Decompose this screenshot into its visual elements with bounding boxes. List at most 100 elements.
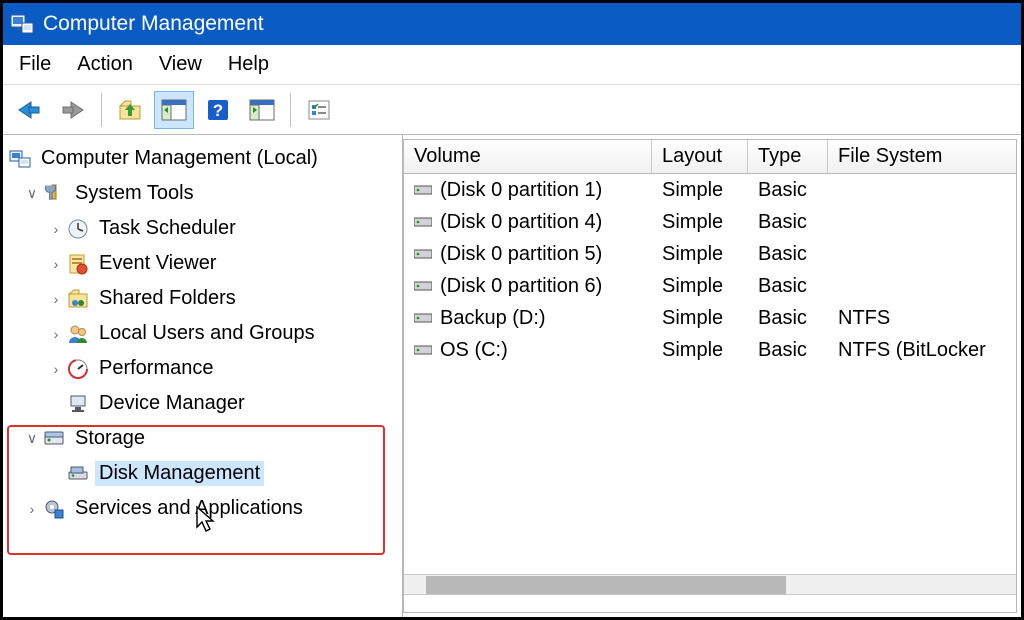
column-volume[interactable]: Volume bbox=[404, 140, 652, 173]
tree-shared-folders[interactable]: › Shared Folders bbox=[7, 281, 398, 316]
tree-disk-management-label: Disk Management bbox=[95, 461, 264, 486]
menu-file[interactable]: File bbox=[19, 53, 51, 76]
volume-type: Basic bbox=[748, 179, 828, 202]
expand-icon[interactable]: › bbox=[47, 361, 65, 377]
disk-icon bbox=[414, 279, 432, 293]
svg-text:?: ? bbox=[213, 101, 223, 120]
services-icon bbox=[41, 496, 67, 522]
volume-name: OS (C:) bbox=[440, 339, 508, 362]
volume-layout: Simple bbox=[652, 307, 748, 330]
tree-storage-label: Storage bbox=[71, 426, 149, 451]
tree-task-scheduler[interactable]: › Task Scheduler bbox=[7, 211, 398, 246]
up-button[interactable] bbox=[110, 91, 150, 129]
horizontal-scrollbar[interactable] bbox=[404, 574, 1016, 594]
volume-name: Backup (D:) bbox=[440, 307, 546, 330]
performance-icon bbox=[65, 356, 91, 382]
tree-system-tools[interactable]: ∨ System Tools bbox=[7, 176, 398, 211]
tree-device-manager[interactable]: › Device Manager bbox=[7, 386, 398, 421]
column-type[interactable]: Type bbox=[748, 140, 828, 173]
properties-button[interactable] bbox=[299, 91, 339, 129]
expand-icon[interactable]: › bbox=[47, 291, 65, 307]
tree-performance-label: Performance bbox=[95, 356, 218, 381]
show-hide-tree-button[interactable] bbox=[154, 91, 194, 129]
volume-list-header: Volume Layout Type File System bbox=[404, 140, 1016, 174]
volume-list-body[interactable]: (Disk 0 partition 1)SimpleBasic(Disk 0 p… bbox=[404, 174, 1016, 574]
volume-name: (Disk 0 partition 1) bbox=[440, 179, 602, 202]
menu-bar: File Action View Help bbox=[3, 45, 1021, 85]
help-button[interactable]: ? bbox=[198, 91, 238, 129]
window-title: Computer Management bbox=[43, 12, 264, 36]
column-file-system[interactable]: File System bbox=[828, 140, 1016, 173]
volume-layout: Simple bbox=[652, 275, 748, 298]
volume-list-panel: Volume Layout Type File System (Disk 0 p… bbox=[403, 139, 1017, 613]
tree-root[interactable]: Computer Management (Local) bbox=[7, 141, 398, 176]
volume-name: (Disk 0 partition 6) bbox=[440, 275, 602, 298]
content-area: Computer Management (Local) ∨ System Too… bbox=[3, 135, 1021, 617]
title-bar: Computer Management bbox=[3, 3, 1021, 45]
menu-view[interactable]: View bbox=[159, 53, 202, 76]
scrollbar-thumb[interactable] bbox=[426, 576, 786, 594]
volume-type: Basic bbox=[748, 307, 828, 330]
tree-system-tools-label: System Tools bbox=[71, 181, 198, 206]
column-layout[interactable]: Layout bbox=[652, 140, 748, 173]
tree-shared-folders-label: Shared Folders bbox=[95, 286, 240, 311]
volume-row[interactable]: (Disk 0 partition 1) SimpleBasic bbox=[404, 174, 1016, 206]
collapse-icon[interactable]: ∨ bbox=[23, 185, 41, 202]
volume-row[interactable]: Backup (D:)SimpleBasicNTFS bbox=[404, 302, 1016, 334]
disk-icon bbox=[414, 183, 432, 197]
expand-icon[interactable]: › bbox=[47, 326, 65, 342]
event-viewer-icon bbox=[65, 251, 91, 277]
volume-type: Basic bbox=[748, 275, 828, 298]
panel-divider[interactable] bbox=[404, 594, 1016, 612]
users-icon bbox=[65, 321, 91, 347]
disk-icon bbox=[414, 343, 432, 357]
tree-storage[interactable]: ∨ Storage bbox=[7, 421, 398, 456]
disk-icon bbox=[414, 247, 432, 261]
volume-row[interactable]: (Disk 0 partition 4)SimpleBasic bbox=[404, 206, 1016, 238]
tree-event-viewer-label: Event Viewer bbox=[95, 251, 220, 276]
toolbar-separator-2 bbox=[290, 93, 291, 127]
volume-file-system: NTFS (BitLocker bbox=[828, 339, 1016, 362]
volume-layout: Simple bbox=[652, 211, 748, 234]
tree-device-manager-label: Device Manager bbox=[95, 391, 249, 416]
volume-name: (Disk 0 partition 4) bbox=[440, 211, 602, 234]
app-icon bbox=[9, 11, 35, 37]
disk-management-icon bbox=[65, 461, 91, 487]
tree-performance[interactable]: › Performance bbox=[7, 351, 398, 386]
shared-folders-icon bbox=[65, 286, 91, 312]
expand-icon[interactable]: › bbox=[23, 501, 41, 517]
volume-type: Basic bbox=[748, 339, 828, 362]
disk-icon bbox=[414, 311, 432, 325]
tree-services-apps-label: Services and Applications bbox=[71, 496, 307, 521]
storage-icon bbox=[41, 426, 67, 452]
tree-local-users[interactable]: › Local Users and Groups bbox=[7, 316, 398, 351]
tree-disk-management[interactable]: › Disk Management bbox=[7, 456, 398, 491]
device-manager-icon bbox=[65, 391, 91, 417]
computer-mgmt-icon bbox=[7, 146, 33, 172]
clock-icon bbox=[65, 216, 91, 242]
disk-icon bbox=[414, 215, 432, 229]
volume-type: Basic bbox=[748, 243, 828, 266]
tree-services-apps[interactable]: › Services and Applications bbox=[7, 491, 398, 526]
expand-icon[interactable]: › bbox=[47, 256, 65, 272]
toolbar-separator bbox=[101, 93, 102, 127]
menu-help[interactable]: Help bbox=[228, 53, 269, 76]
tree-event-viewer[interactable]: › Event Viewer bbox=[7, 246, 398, 281]
back-button[interactable] bbox=[9, 91, 49, 129]
forward-button[interactable] bbox=[53, 91, 93, 129]
volume-row[interactable]: (Disk 0 partition 6) SimpleBasic bbox=[404, 270, 1016, 302]
volume-name: (Disk 0 partition 5) bbox=[440, 243, 602, 266]
console-tree[interactable]: Computer Management (Local) ∨ System Too… bbox=[3, 135, 403, 617]
volume-layout: Simple bbox=[652, 243, 748, 266]
volume-row[interactable]: (Disk 0 partition 5) SimpleBasic bbox=[404, 238, 1016, 270]
expand-icon[interactable]: › bbox=[47, 221, 65, 237]
tools-icon bbox=[41, 181, 67, 207]
volume-layout: Simple bbox=[652, 179, 748, 202]
menu-action[interactable]: Action bbox=[77, 53, 133, 76]
show-hide-action-button[interactable] bbox=[242, 91, 282, 129]
toolbar: ? bbox=[3, 85, 1021, 135]
computer-management-window: Computer Management File Action View Hel… bbox=[0, 0, 1024, 620]
collapse-icon[interactable]: ∨ bbox=[23, 430, 41, 447]
tree-task-scheduler-label: Task Scheduler bbox=[95, 216, 240, 241]
volume-row[interactable]: OS (C:)SimpleBasicNTFS (BitLocker bbox=[404, 334, 1016, 366]
